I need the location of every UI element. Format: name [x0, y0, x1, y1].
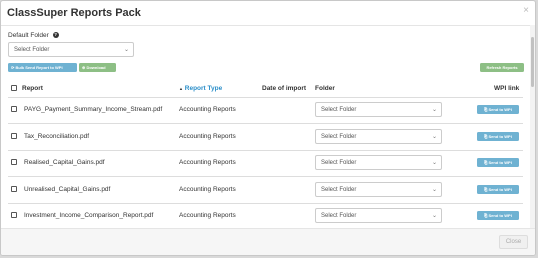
- row-folder-value: Select Folder: [321, 160, 357, 166]
- chevron-down-icon: ⌄: [123, 47, 129, 53]
- header-date-of-import[interactable]: Date of import: [262, 85, 306, 92]
- row-folder-select[interactable]: Select Folder ⌄: [315, 102, 442, 117]
- default-folder-label: Default Folder ?: [8, 32, 59, 39]
- row-checkbox[interactable]: [11, 185, 17, 192]
- default-folder-label-text: Default Folder: [8, 32, 49, 39]
- table-row: Unrealised_Capital_Gains.pdf Accounting R…: [8, 178, 523, 204]
- row-folder-value: Select Folder: [321, 186, 357, 193]
- report-name: Unrealised_Capital_Gains.pdf: [24, 185, 111, 193]
- report-type: Accounting Reports: [179, 132, 236, 140]
- report-name: PAYG_Payment_Summary_Income_Stream.pdf: [24, 106, 163, 113]
- download-button[interactable]: ⊕ Download: [79, 63, 116, 72]
- table-row: Realised_Capital_Gains.pdf Accounting Rep…: [8, 151, 523, 177]
- modal-title: ClassSuper Reports Pack: [7, 7, 141, 19]
- header-report-type-label: Report Type: [184, 85, 223, 92]
- report-type: Accounting Reports: [179, 106, 236, 113]
- report-type: Accounting Reports: [179, 159, 236, 166]
- close-icon[interactable]: ×: [523, 5, 529, 16]
- row-folder-select[interactable]: Select Folder ⌄: [315, 155, 442, 170]
- bulk-send-button[interactable]: ⟳ Bulk Send Report to WPI: [8, 63, 77, 72]
- table-row: Tax_Reconciliation.pdf Accounting Reports…: [8, 125, 523, 151]
- report-name: Tax_Reconciliation.pdf: [24, 132, 90, 140]
- sort-asc-icon: ▲: [179, 86, 183, 91]
- send-to-wpi-button[interactable]: ⎘ Send to WPI: [477, 131, 519, 141]
- table-row: PAYG_Payment_Summary_Income_Stream.pdf Ac…: [8, 98, 523, 124]
- row-checkbox[interactable]: [11, 106, 17, 112]
- send-to-wpi-button[interactable]: ⎘ Send to WPI: [477, 211, 519, 220]
- table-header: Report ▲ Report Type Date of import Fold…: [8, 80, 523, 98]
- refresh-reports-button[interactable]: Refresh Reports: [480, 63, 524, 72]
- header-report[interactable]: Report: [22, 85, 43, 92]
- header-report-type[interactable]: ▲ Report Type: [179, 85, 222, 92]
- header-wpi-link: WPI link: [494, 85, 520, 92]
- scrollbar[interactable]: [530, 25, 535, 228]
- send-to-wpi-button[interactable]: ⎘ Send to WPI: [477, 105, 519, 114]
- report-name: Realised_Capital_Gains.pdf: [24, 159, 105, 166]
- modal-header: ClassSuper Reports Pack ×: [1, 1, 535, 26]
- chevron-down-icon: ⌄: [431, 213, 437, 219]
- row-checkbox[interactable]: [11, 132, 17, 139]
- default-folder-select[interactable]: Select Folder ⌄: [8, 42, 134, 57]
- reports-pack-modal: ClassSuper Reports Pack × Default Folder…: [0, 0, 536, 256]
- row-folder-select[interactable]: Select Folder ⌄: [315, 128, 442, 144]
- report-type: Accounting Reports: [179, 212, 236, 219]
- header-folder[interactable]: Folder: [315, 85, 335, 92]
- send-to-wpi-button[interactable]: ⎘ Send to WPI: [477, 184, 519, 194]
- row-folder-value: Select Folder: [321, 133, 357, 140]
- report-name: Investment_Income_Comparison_Report.pdf: [24, 212, 154, 219]
- chevron-down-icon: ⌄: [431, 107, 437, 113]
- scrollbar-thumb[interactable]: [531, 37, 534, 87]
- select-all-checkbox[interactable]: [11, 85, 17, 91]
- row-folder-select[interactable]: Select Folder ⌄: [315, 181, 442, 197]
- report-type: Accounting Reports: [179, 185, 236, 193]
- row-checkbox[interactable]: [11, 159, 17, 165]
- chevron-down-icon: ⌄: [431, 186, 437, 193]
- row-folder-select[interactable]: Select Folder ⌄: [315, 208, 442, 223]
- table-row: Investment_Income_Comparison_Report.pdf A…: [8, 204, 523, 230]
- chevron-down-icon: ⌄: [431, 160, 437, 166]
- help-icon[interactable]: ?: [52, 32, 59, 39]
- default-folder-value: Select Folder: [14, 47, 50, 53]
- row-folder-value: Select Folder: [321, 213, 357, 219]
- chevron-down-icon: ⌄: [431, 133, 437, 140]
- send-to-wpi-button[interactable]: ⎘ Send to WPI: [477, 158, 519, 167]
- modal-footer: Close: [1, 228, 535, 255]
- row-checkbox[interactable]: [11, 212, 17, 218]
- close-button[interactable]: Close: [499, 235, 528, 249]
- row-folder-value: Select Folder: [321, 107, 357, 113]
